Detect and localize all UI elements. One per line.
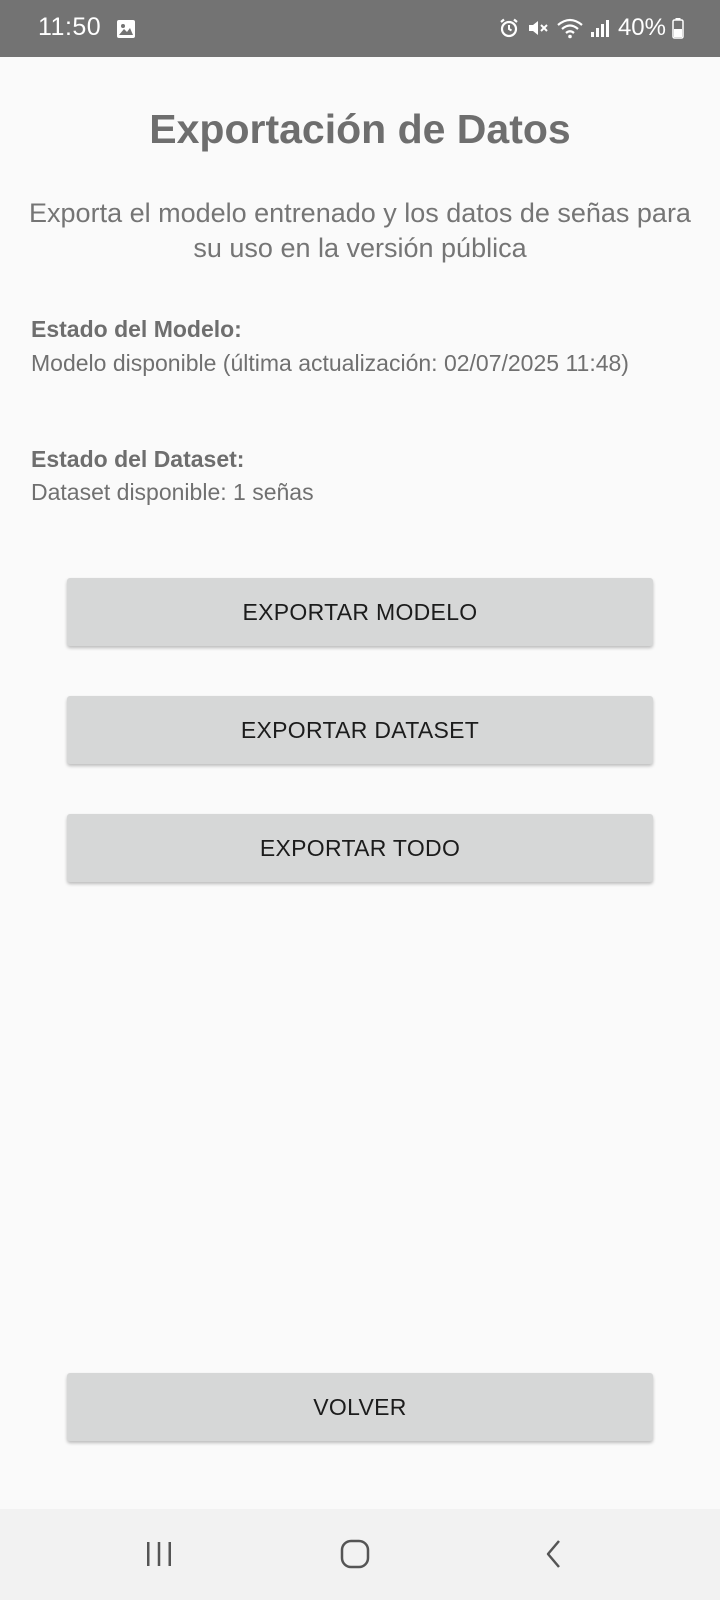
export-all-button[interactable]: EXPORTAR TODO: [67, 814, 653, 882]
home-icon[interactable]: [325, 1529, 385, 1579]
page-title: Exportación de Datos: [149, 106, 571, 152]
recent-apps-icon[interactable]: [129, 1529, 189, 1579]
signal-icon: [590, 17, 610, 39]
battery-percent: 40%: [617, 14, 666, 41]
back-button[interactable]: VOLVER: [67, 1373, 653, 1441]
status-icons: 40%: [498, 12, 684, 44]
status-bar: 11:50 40%: [0, 0, 720, 57]
model-status-value: Modelo disponible (última actualización:…: [31, 350, 629, 376]
dataset-status-label: Estado del Dataset:: [31, 446, 245, 472]
navigation-bar: [0, 1509, 720, 1600]
status-time: 11:50: [38, 13, 102, 41]
mute-icon: [526, 17, 550, 39]
back-icon[interactable]: [524, 1529, 584, 1579]
export-dataset-button[interactable]: EXPORTAR DATASET: [67, 696, 653, 764]
gallery-icon: [116, 19, 136, 39]
dataset-status-value: Dataset disponible: 1 señas: [31, 479, 314, 505]
export-model-button[interactable]: EXPORTAR MODELO: [67, 578, 653, 646]
page-subtitle: Exporta el modelo entrenado y los datos …: [29, 198, 691, 263]
model-status-label: Estado del Modelo:: [31, 316, 242, 342]
battery-icon: [672, 17, 684, 39]
alarm-icon: [498, 17, 520, 39]
wifi-icon: [556, 17, 584, 39]
